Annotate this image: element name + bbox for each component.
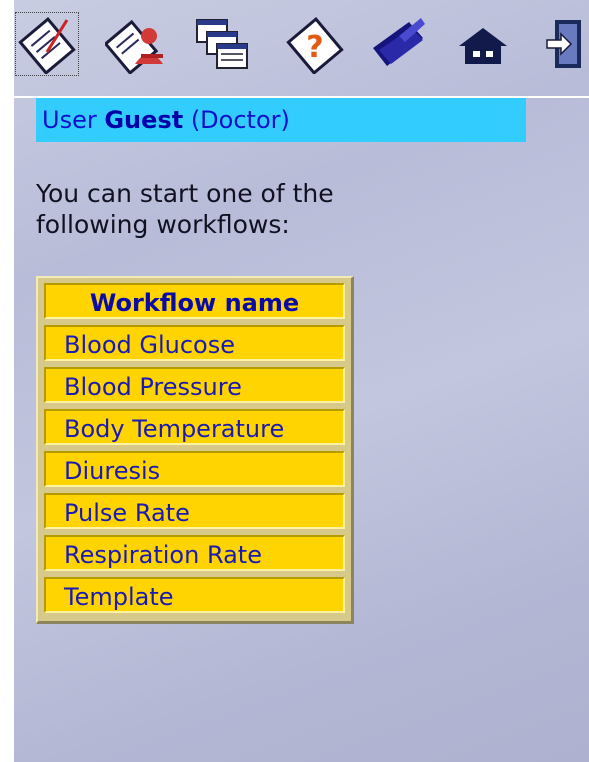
workflow-table: Workflow name Blood Glucose Blood Pressu… <box>36 276 354 624</box>
help-icon[interactable]: ? <box>282 11 348 77</box>
user-info-bar: User Guest (Doctor) <box>36 98 526 142</box>
svg-text:?: ? <box>306 30 323 65</box>
checklist-pen-icon[interactable] <box>14 11 80 77</box>
windows-icon[interactable] <box>188 11 254 77</box>
app-screen: ? User Guest (Doctor) You can start one … <box>0 0 589 762</box>
folder-icon[interactable] <box>366 11 432 77</box>
intro-text: You can start one of the following workf… <box>36 178 436 240</box>
workflow-diuresis[interactable]: Diuresis <box>44 451 345 487</box>
workflow-blood-glucose[interactable]: Blood Glucose <box>44 325 345 361</box>
user-name: Guest <box>104 106 183 134</box>
workflow-table-header: Workflow name <box>44 283 345 319</box>
doctor-checklist-icon[interactable] <box>102 11 168 77</box>
workflow-body-temperature[interactable]: Body Temperature <box>44 409 345 445</box>
exit-icon[interactable] <box>534 11 589 77</box>
workflow-blood-pressure[interactable]: Blood Pressure <box>44 367 345 403</box>
workflow-respiration-rate[interactable]: Respiration Rate <box>44 535 345 571</box>
left-margin <box>0 0 14 762</box>
toolbar: ? <box>14 8 589 90</box>
workflow-template[interactable]: Template <box>44 577 345 613</box>
workflow-pulse-rate[interactable]: Pulse Rate <box>44 493 345 529</box>
user-prefix: User <box>42 106 97 134</box>
user-role: (Doctor) <box>191 106 290 134</box>
home-icon[interactable] <box>450 11 516 77</box>
